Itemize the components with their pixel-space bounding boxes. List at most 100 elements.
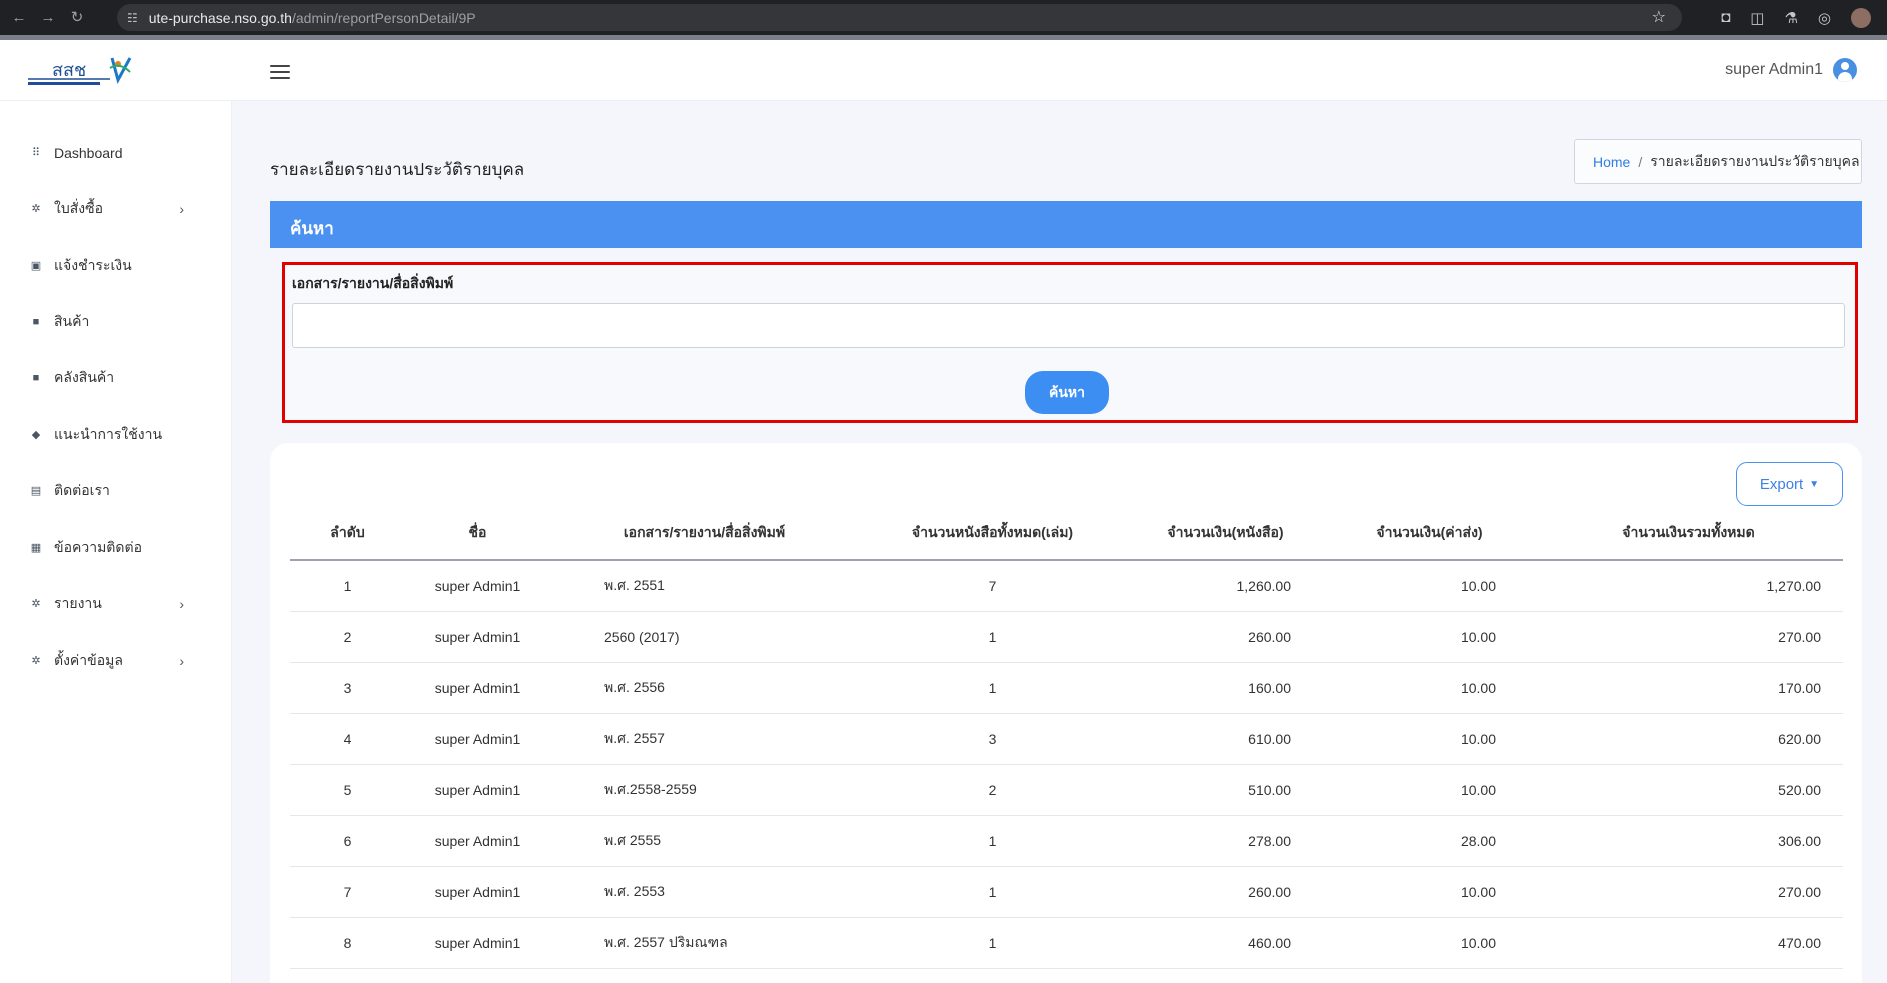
sidebar-item-label: Dashboard <box>54 145 123 161</box>
cell-total-amount: 170.00 <box>1534 662 1843 714</box>
cell-document: พ.ศ. 2556 <box>550 662 859 714</box>
cell-document: พ.ศ. 2551 <box>550 560 859 612</box>
cell-quantity: 3 <box>859 713 1126 765</box>
cell-index: 6 <box>290 815 405 867</box>
table-row: 7 super Admin1 พ.ศ. 2553 1 260.00 10.00 … <box>290 866 1843 918</box>
cell-quantity: 1 <box>859 917 1126 969</box>
table-row: 4 super Admin1 พ.ศ. 2557 3 610.00 10.00 … <box>290 713 1843 765</box>
cell-quantity: 7 <box>859 560 1126 612</box>
lab-icon[interactable]: ⚗ <box>1784 9 1797 27</box>
cell-name: super Admin1 <box>405 764 550 816</box>
breadcrumb: Home / รายละเอียดรายงานประวัติรายบุคล <box>1574 139 1862 184</box>
cell-document: 2560 (2017) <box>550 611 859 663</box>
address-bar[interactable]: ☷ ute-purchase.nso.go.th/admin/reportPer… <box>117 4 1682 31</box>
gear-icon: ✲ <box>31 598 41 610</box>
profile-avatar-icon[interactable] <box>1851 7 1871 28</box>
site-info-icon[interactable]: ☷ <box>127 11 138 25</box>
table-header-row: ลำดับ ชื่อ เอกสาร/รายงาน/สื่อสิ่งพิมพ์ จ… <box>290 506 1843 561</box>
sidebar-item-payment[interactable]: ▣ แจ้งชำระเงิน <box>0 246 232 286</box>
search-panel-header: ค้นหา <box>270 201 1862 248</box>
sidebar-item-orders[interactable]: ✲ ใบสั่งซื้อ › <box>0 189 232 229</box>
table-row: 6 super Admin1 พ.ศ 2555 1 278.00 28.00 3… <box>290 815 1843 867</box>
chevron-right-icon: › <box>179 653 184 669</box>
cell-total-amount: 470.00 <box>1534 917 1843 969</box>
search-button[interactable]: ค้นหา <box>1025 371 1109 414</box>
id-card-icon: ▤ <box>30 485 42 497</box>
bag-icon: ■ <box>32 372 40 384</box>
camera-icon[interactable]: ◘ <box>1721 9 1730 26</box>
sidebar-item-reports[interactable]: ✲ รายงาน › <box>0 584 232 624</box>
sidebar-item-label: คลังสินค้า <box>54 369 115 385</box>
search-input[interactable] <box>292 303 1845 348</box>
sidebar-item-contact[interactable]: ▤ ติดต่อเรา <box>0 471 232 511</box>
back-arrow-icon[interactable]: ← <box>9 8 29 28</box>
gear-icon: ✲ <box>31 655 41 667</box>
cell-shipping-amount: 10.00 <box>1325 713 1534 765</box>
cell-name: super Admin1 <box>405 662 550 714</box>
user-avatar-icon <box>1833 58 1857 82</box>
sidebar-item-dashboard[interactable]: ⠿ Dashboard <box>0 133 232 173</box>
account-icon[interactable]: ◎ <box>1818 9 1831 27</box>
cell-book-amount: 460.00 <box>1126 917 1325 969</box>
chevron-right-icon: › <box>179 201 184 217</box>
table-row: 8 super Admin1 พ.ศ. 2557 ปริมณฑล 1 460.0… <box>290 917 1843 969</box>
cell-index: 7 <box>290 866 405 918</box>
cell-document: พ.ศ. 2557 <box>550 713 859 765</box>
sidebar-item-label: แจ้งชำระเงิน <box>54 257 132 273</box>
column-header[interactable]: จำนวนเงิน(ค่าส่ง) <box>1325 506 1534 561</box>
cell-index: 3 <box>290 662 405 714</box>
breadcrumb-home-link[interactable]: Home <box>1593 154 1630 170</box>
cell-book-amount: 260.00 <box>1126 611 1325 663</box>
gear-icon: ✲ <box>31 203 41 215</box>
logo-text: สสช <box>52 60 86 80</box>
column-header[interactable]: ชื่อ <box>405 506 550 561</box>
box-icon: ◆ <box>31 429 41 441</box>
column-header[interactable]: เอกสาร/รายงาน/สื่อสิ่งพิมพ์ <box>550 506 859 561</box>
cell-total-amount: 270.00 <box>1534 866 1843 918</box>
cell-book-amount: 610.00 <box>1126 713 1325 765</box>
sidebar-item-messages[interactable]: ▦ ข้อความติดต่อ <box>0 528 232 568</box>
export-dropdown-button[interactable]: Export ▼ <box>1736 462 1843 506</box>
search-form-highlighted: เอกสาร/รายงาน/สื่อสิ่งพิมพ์ ค้นหา <box>282 262 1858 423</box>
cell-total-amount: 270.00 <box>1534 611 1843 663</box>
bookmark-star-icon[interactable]: ☆ <box>1652 7 1666 27</box>
sidebar-item-guide[interactable]: ◆ แนะนำการใช้งาน <box>0 415 232 455</box>
cell-quantity: 1 <box>859 815 1126 867</box>
forward-arrow-icon[interactable]: → <box>38 8 58 28</box>
sidebar-item-inventory[interactable]: ■ คลังสินค้า <box>0 358 232 398</box>
sidebar: ⠿ Dashboard ✲ ใบสั่งซื้อ › ▣ แจ้งชำระเงิ… <box>0 101 232 983</box>
page-title: รายละเอียดรายงานประวัติรายบุคล <box>270 160 525 179</box>
breadcrumb-current: รายละเอียดรายงานประวัติรายบุคล <box>1650 152 1860 169</box>
column-header[interactable]: จำนวนหนังสือทั้งหมด(เล่ม) <box>859 506 1126 561</box>
browser-toolbar: ← → ↻ ☷ ute-purchase.nso.go.th/admin/rep… <box>0 0 1887 35</box>
cell-book-amount: 260.00 <box>1126 866 1325 918</box>
cell-shipping-amount: 10.00 <box>1325 560 1534 612</box>
bag-icon: ■ <box>32 316 40 328</box>
nso-logo[interactable]: สสช <box>26 54 150 90</box>
cell-index: 2 <box>290 611 405 663</box>
column-header[interactable]: จำนวนเงินรวมทั้งหมด <box>1534 506 1843 561</box>
sidebar-item-label: ข้อความติดต่อ <box>54 539 142 555</box>
cell-index: 1 <box>290 560 405 612</box>
column-header[interactable]: ลำดับ <box>290 506 405 561</box>
cell-book-amount: 160.00 <box>1126 662 1325 714</box>
sidebar-item-label: ตั้งค่าข้อมูล <box>54 652 123 668</box>
cell-index: 5 <box>290 764 405 816</box>
cell-name: super Admin1 <box>405 611 550 663</box>
extensions-icon[interactable]: ◫ <box>1750 9 1764 27</box>
menu-toggle-icon[interactable] <box>270 65 290 79</box>
sidebar-item-settings[interactable]: ✲ ตั้งค่าข้อมูล › <box>0 641 232 681</box>
cell-index: 8 <box>290 917 405 969</box>
sidebar-item-label: ใบสั่งซื้อ <box>54 200 104 216</box>
cell-book-amount: 1,260.00 <box>1126 560 1325 612</box>
reload-icon[interactable]: ↻ <box>67 8 87 28</box>
cell-name: super Admin1 <box>405 815 550 867</box>
url-host: ute-purchase.nso.go.th <box>148 9 292 26</box>
table-row: 2 super Admin1 2560 (2017) 1 260.00 10.0… <box>290 611 1843 663</box>
cell-shipping-amount: 10.00 <box>1325 662 1534 714</box>
user-menu[interactable]: super Admin1 <box>1725 58 1857 82</box>
browser-extensions: ◘ ◫ ⚗ ◎ <box>1721 0 1887 35</box>
cell-shipping-amount: 10.00 <box>1325 866 1534 918</box>
column-header[interactable]: จำนวนเงิน(หนังสือ) <box>1126 506 1325 561</box>
sidebar-item-products[interactable]: ■ สินค้า <box>0 302 232 342</box>
